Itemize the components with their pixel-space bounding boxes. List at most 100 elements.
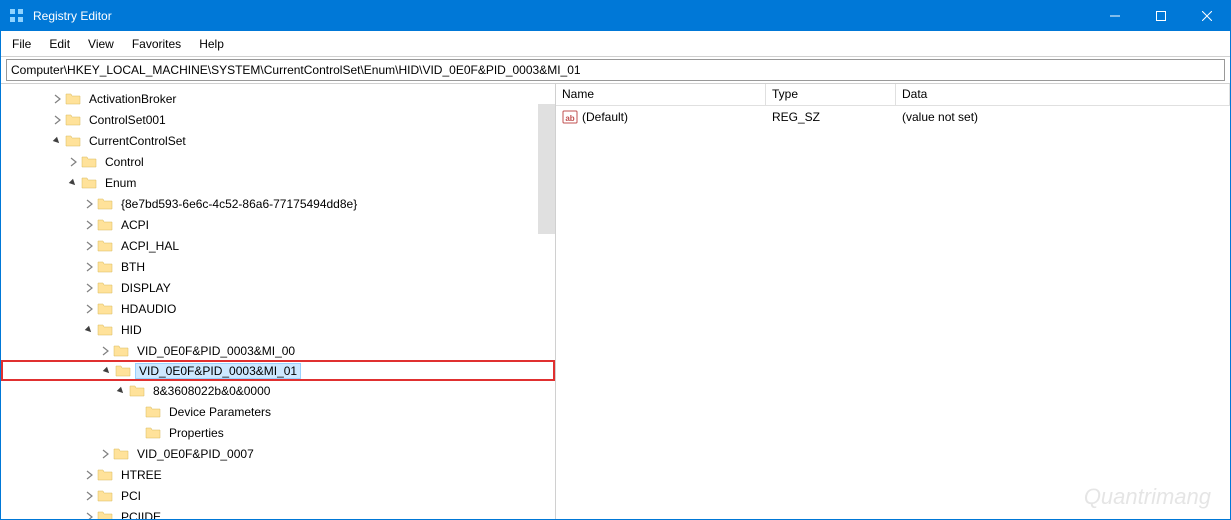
tree-panel: ActivationBroker ControlSet001 CurrentCont… bbox=[1, 84, 556, 519]
folder-icon bbox=[145, 404, 161, 420]
folder-icon bbox=[97, 467, 113, 483]
folder-icon bbox=[115, 363, 131, 379]
tree-label: 8&3608022b&0&0000 bbox=[149, 383, 274, 399]
tree-row[interactable]: Control bbox=[1, 151, 555, 172]
minimize-button[interactable] bbox=[1092, 1, 1138, 31]
menu-file[interactable]: File bbox=[3, 31, 40, 56]
tree-label: HTREE bbox=[117, 467, 166, 483]
tree-label: CurrentControlSet bbox=[85, 133, 190, 149]
folder-icon bbox=[97, 509, 113, 520]
tree-toggle-icon[interactable] bbox=[81, 259, 97, 275]
folder-icon bbox=[145, 425, 161, 441]
tree-row[interactable]: 8&3608022b&0&0000 bbox=[1, 380, 555, 401]
menu-view[interactable]: View bbox=[79, 31, 123, 56]
tree-label: HDAUDIO bbox=[117, 301, 180, 317]
tree-row[interactable]: Enum bbox=[1, 172, 555, 193]
scrollbar-thumb[interactable] bbox=[538, 104, 555, 234]
tree-row[interactable]: Properties bbox=[1, 422, 555, 443]
column-data[interactable]: Data bbox=[896, 84, 1230, 105]
maximize-icon bbox=[1156, 11, 1166, 21]
folder-icon bbox=[97, 217, 113, 233]
tree-toggle-icon[interactable] bbox=[81, 196, 97, 212]
list-row[interactable]: ab(Default)REG_SZ(value not set) bbox=[556, 106, 1230, 127]
tree-row[interactable]: HDAUDIO bbox=[1, 298, 555, 319]
tree-row[interactable]: VID_0E0F&PID_0003&MI_01 bbox=[1, 360, 555, 381]
tree-toggle-icon[interactable] bbox=[81, 509, 97, 520]
tree-row[interactable]: PCI bbox=[1, 485, 555, 506]
svg-text:ab: ab bbox=[565, 114, 574, 123]
tree-label: PCIIDE bbox=[117, 509, 165, 520]
folder-icon bbox=[81, 154, 97, 170]
folder-icon bbox=[65, 133, 81, 149]
tree-row[interactable]: CurrentControlSet bbox=[1, 130, 555, 151]
tree-toggle-icon[interactable] bbox=[49, 112, 65, 128]
tree-row[interactable]: {8e7bd593-6e6c-4c52-86a6-77175494dd8e} bbox=[1, 193, 555, 214]
tree-row[interactable]: BTH bbox=[1, 256, 555, 277]
folder-icon bbox=[97, 238, 113, 254]
tree-row[interactable]: DISPLAY bbox=[1, 277, 555, 298]
window-title: Registry Editor bbox=[33, 9, 1092, 23]
string-value-icon: ab bbox=[562, 109, 578, 125]
app-icon bbox=[9, 8, 25, 24]
menu-favorites[interactable]: Favorites bbox=[123, 31, 190, 56]
tree-toggle-icon[interactable] bbox=[81, 238, 97, 254]
tree-label: HID bbox=[117, 322, 146, 338]
tree-toggle-icon[interactable] bbox=[81, 322, 97, 338]
tree-toggle-icon[interactable] bbox=[97, 343, 113, 359]
tree-row[interactable]: ControlSet001 bbox=[1, 109, 555, 130]
menubar: File Edit View Favorites Help bbox=[1, 31, 1230, 57]
list-header: Name Type Data bbox=[556, 84, 1230, 106]
folder-icon bbox=[97, 259, 113, 275]
value-name: (Default) bbox=[582, 110, 628, 124]
tree-toggle-icon[interactable] bbox=[81, 488, 97, 504]
folder-icon bbox=[65, 91, 81, 107]
tree-toggle-icon[interactable] bbox=[49, 133, 65, 149]
tree-row[interactable]: ACPI_HAL bbox=[1, 235, 555, 256]
tree-row[interactable]: PCIIDE bbox=[1, 506, 555, 519]
value-type-cell: REG_SZ bbox=[766, 108, 896, 126]
tree-label: DISPLAY bbox=[117, 280, 175, 296]
tree-toggle-icon[interactable] bbox=[81, 280, 97, 296]
minimize-icon bbox=[1110, 11, 1120, 21]
tree-row[interactable]: Device Parameters bbox=[1, 401, 555, 422]
tree-row[interactable]: HTREE bbox=[1, 464, 555, 485]
tree-toggle-icon[interactable] bbox=[65, 175, 81, 191]
tree-label: ActivationBroker bbox=[85, 91, 180, 107]
window-controls bbox=[1092, 1, 1230, 31]
tree-label: VID_0E0F&PID_0003&MI_00 bbox=[133, 343, 299, 359]
tree-row[interactable]: ACPI bbox=[1, 214, 555, 235]
folder-icon bbox=[81, 175, 97, 191]
tree-toggle-icon[interactable] bbox=[81, 467, 97, 483]
tree-toggle-icon[interactable] bbox=[49, 91, 65, 107]
tree-toggle-icon[interactable] bbox=[99, 363, 115, 379]
tree-row[interactable]: HID bbox=[1, 319, 555, 340]
menu-edit[interactable]: Edit bbox=[40, 31, 79, 56]
list-body: ab(Default)REG_SZ(value not set) bbox=[556, 106, 1230, 127]
column-type[interactable]: Type bbox=[766, 84, 896, 105]
column-name[interactable]: Name bbox=[556, 84, 766, 105]
tree-toggle-icon[interactable] bbox=[81, 301, 97, 317]
folder-icon bbox=[113, 446, 129, 462]
maximize-button[interactable] bbox=[1138, 1, 1184, 31]
main-area: ActivationBroker ControlSet001 CurrentCont… bbox=[1, 83, 1230, 519]
tree-row[interactable]: VID_0E0F&PID_0007 bbox=[1, 443, 555, 464]
folder-icon bbox=[113, 343, 129, 359]
tree-toggle-icon[interactable] bbox=[97, 446, 113, 462]
folder-icon bbox=[65, 112, 81, 128]
tree-label: {8e7bd593-6e6c-4c52-86a6-77175494dd8e} bbox=[117, 196, 361, 212]
tree-row[interactable]: VID_0E0F&PID_0003&MI_00 bbox=[1, 340, 555, 361]
tree-label: Control bbox=[101, 154, 148, 170]
folder-icon bbox=[129, 383, 145, 399]
menu-help[interactable]: Help bbox=[190, 31, 233, 56]
tree-toggle-icon bbox=[129, 404, 145, 420]
tree-row[interactable]: ActivationBroker bbox=[1, 88, 555, 109]
tree-toggle-icon[interactable] bbox=[113, 383, 129, 399]
folder-icon bbox=[97, 322, 113, 338]
tree-toggle-icon[interactable] bbox=[65, 154, 81, 170]
tree-label: ControlSet001 bbox=[85, 112, 170, 128]
close-button[interactable] bbox=[1184, 1, 1230, 31]
address-bar[interactable]: Computer\HKEY_LOCAL_MACHINE\SYSTEM\Curre… bbox=[6, 59, 1225, 81]
folder-icon bbox=[97, 196, 113, 212]
folder-icon bbox=[97, 301, 113, 317]
tree-toggle-icon[interactable] bbox=[81, 217, 97, 233]
